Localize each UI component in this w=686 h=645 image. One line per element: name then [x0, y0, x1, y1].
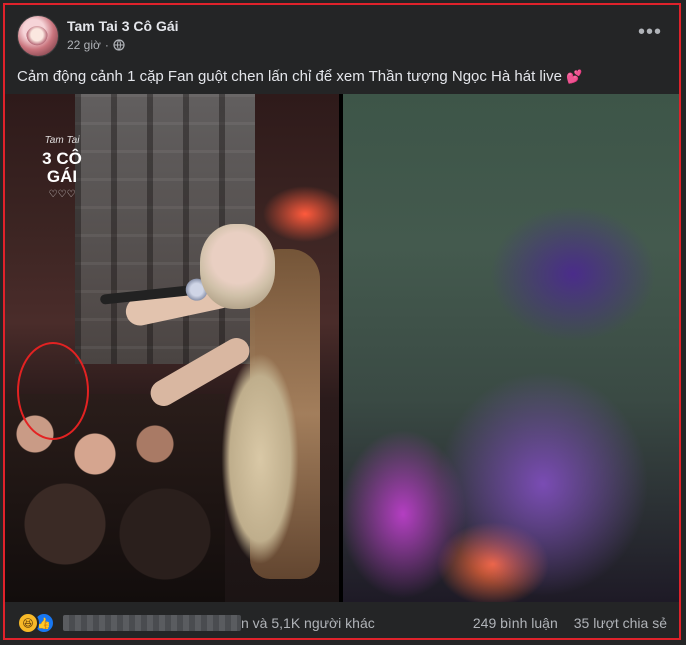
- fan-zoom-photo[interactable]: [343, 94, 679, 602]
- more-options-icon[interactable]: •••: [635, 21, 665, 47]
- post-caption: Cảm động cảnh 1 cặp Fan guột chen lấn ch…: [17, 68, 562, 85]
- post-text: Cảm động cảnh 1 cặp Fan guột chen lấn ch…: [17, 67, 667, 87]
- singer-head: [200, 224, 275, 309]
- page-avatar[interactable]: [17, 15, 59, 57]
- post-timestamp[interactable]: 22 giờ: [67, 38, 101, 52]
- fan-circle-highlight: [17, 342, 89, 440]
- reaction-count[interactable]: n và 5,1K người khác: [241, 615, 375, 631]
- shares-count[interactable]: 35 lượt chia sẻ: [574, 615, 667, 631]
- post-media[interactable]: Tam Tai 3 CÔ GÁI ♡♡♡: [5, 94, 679, 602]
- page-name-link[interactable]: Tam Tai 3 Cô Gái: [67, 18, 179, 34]
- blurred-names: [63, 615, 241, 631]
- watermark-main: 3 CÔ GÁI: [42, 149, 82, 186]
- reactions-bar: 😆 👍 n và 5,1K người khác 249 bình luận 3…: [17, 611, 667, 635]
- globe-icon[interactable]: [113, 39, 125, 51]
- concert-photo[interactable]: Tam Tai 3 CÔ GÁI ♡♡♡: [5, 94, 339, 602]
- two-hearts-emoji: 💕: [566, 69, 583, 84]
- dot-separator: ·: [104, 38, 109, 52]
- comments-count[interactable]: 249 bình luận: [473, 615, 558, 631]
- watermark-hearts: ♡♡♡: [48, 189, 76, 200]
- haha-icon[interactable]: 😆: [17, 612, 39, 634]
- watermark-small: Tam Tai: [44, 135, 80, 146]
- post-header: Tam Tai 3 Cô Gái 22 giờ · •••: [17, 15, 667, 59]
- page-watermark: Tam Tai 3 CÔ GÁI ♡♡♡: [27, 132, 97, 204]
- post-meta: 22 giờ ·: [67, 38, 125, 52]
- post-card: Tam Tai 3 Cô Gái 22 giờ · ••• Cảm động c…: [3, 3, 681, 640]
